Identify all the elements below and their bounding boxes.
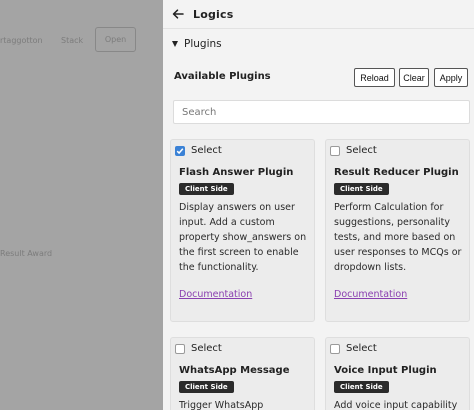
plugin-card-whatsapp-message: Select WhatsApp Message Client Side Trig… [170,337,315,410]
plugin-name: Result Reducer Plugin [334,167,459,178]
plugin-description: Perform Calculation for suggestions, per… [334,202,462,273]
check-icon [176,147,184,154]
caret-down-icon [172,41,178,47]
plugin-description: Add voice input capability [334,400,458,410]
plugin-name: Flash Answer Plugin [179,167,294,178]
checkbox[interactable] [175,145,185,156]
plugin-card-voice-input: Select Voice Input Plugin Client Side Ad… [325,337,470,410]
plugin-select[interactable]: Select [330,145,377,156]
clear-button[interactable]: Clear [399,68,429,87]
background-app: rtaggotton Stack Open Result Award [0,0,163,410]
back-arrow-icon[interactable] [171,7,185,21]
select-label: Select [346,343,377,354]
logics-panel: Logics Plugins Available Plugins Reload … [163,0,474,410]
background-button: Open [95,27,136,52]
section-label: Plugins [184,38,222,50]
search-input[interactable] [173,100,470,124]
plugins-toolbar: Available Plugins Reload Clear Apply [163,59,474,91]
available-plugins-label: Available Plugins [174,71,271,82]
client-side-badge: Client Side [334,381,389,393]
documentation-link[interactable]: Documentation [334,289,407,300]
client-side-badge: Client Side [179,381,234,393]
plugin-select[interactable]: Select [175,343,222,354]
client-side-badge: Client Side [179,183,234,195]
background-text: rtaggotton [0,36,43,45]
checkbox[interactable] [330,145,340,156]
plugin-description: Display answers on user input. Add a cus… [179,202,307,273]
select-label: Select [191,145,222,156]
background-text: Stack [61,36,84,45]
plugin-name: WhatsApp Message [179,365,290,376]
select-label: Select [346,145,377,156]
reload-button[interactable]: Reload [354,68,395,87]
documentation-link[interactable]: Documentation [179,289,252,300]
plugin-card-flash-answer: Select Flash Answer Plugin Client Side D… [170,139,315,322]
panel-title: Logics [193,7,234,21]
plugin-select[interactable]: Select [330,343,377,354]
checkbox[interactable] [330,343,340,354]
checkbox[interactable] [175,343,185,354]
apply-button[interactable]: Apply [434,68,468,87]
background-text: Result Award [0,249,53,258]
panel-header: Logics [163,0,474,29]
select-label: Select [191,343,222,354]
plugin-name: Voice Input Plugin [334,365,437,376]
plugin-select[interactable]: Select [175,145,222,156]
plugins-section-toggle[interactable]: Plugins [163,29,474,59]
client-side-badge: Client Side [334,183,389,195]
plugin-description: Trigger WhatsApp [179,400,264,410]
plugin-card-result-reducer: Select Result Reducer Plugin Client Side… [325,139,470,322]
